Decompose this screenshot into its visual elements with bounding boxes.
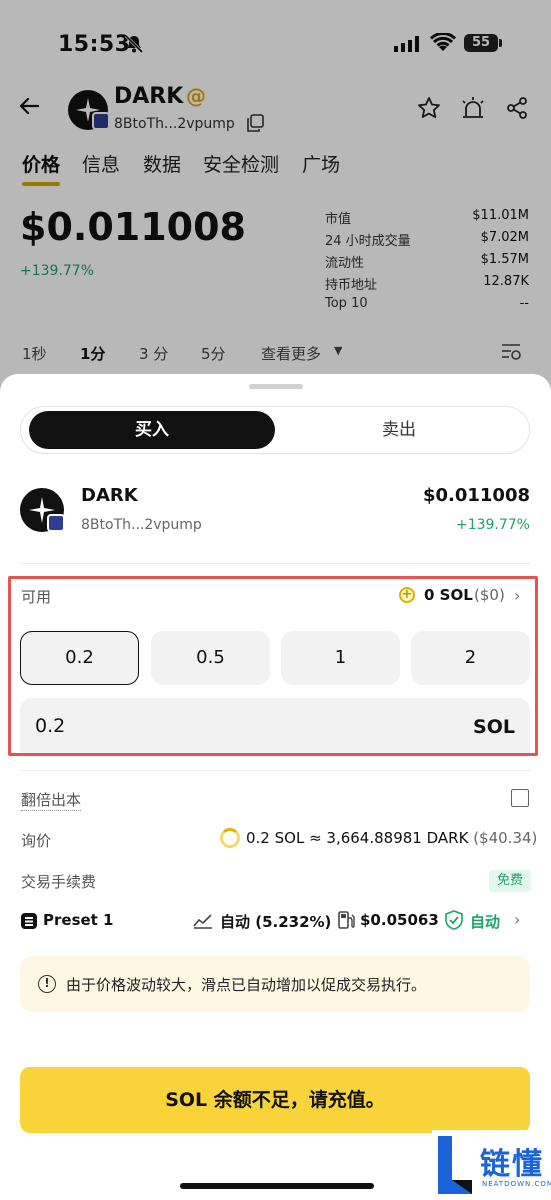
highlight-box — [8, 576, 538, 756]
slippage-value[interactable]: 自动 (5.232%) — [220, 911, 331, 932]
quote-usd: ($40.34) — [473, 829, 538, 847]
quote-amount: 0.2 SOL ≈ 3,664.88981 DARK — [246, 829, 469, 847]
shield-check-icon — [444, 910, 464, 934]
double-principal-checkbox[interactable] — [511, 789, 529, 807]
chevron-right-icon[interactable]: › — [514, 910, 520, 929]
buy-tab[interactable]: 买入 — [29, 411, 275, 449]
free-badge: 免费 — [489, 870, 531, 892]
loading-ring-icon — [220, 828, 240, 848]
sell-tab[interactable]: 卖出 — [276, 411, 522, 449]
watermark-sub: NEATDOWN.COM — [482, 1180, 551, 1188]
home-indicator[interactable] — [180, 1183, 374, 1189]
sheet-chain-badge-icon — [47, 514, 65, 532]
notice-text: 由于价格波动较大，滑点已自动增加以促成交易执行。 — [66, 976, 427, 994]
preset-icon — [21, 913, 37, 929]
sheet-token-address: 8BtoTh...2vpump — [81, 517, 202, 533]
sheet-drag-handle[interactable] — [249, 384, 303, 389]
warning-icon: ! — [38, 975, 56, 993]
sheet-token-name: DARK — [81, 485, 138, 506]
gas-pump-icon — [337, 910, 355, 934]
mev-protection-value[interactable]: 自动 — [470, 911, 500, 932]
watermark-logo-icon — [436, 1134, 474, 1196]
slippage-icon — [193, 913, 213, 933]
fee-label: 交易手续费 — [21, 873, 97, 891]
modal-overlay[interactable] — [0, 0, 551, 395]
quote-label: 询价 — [21, 832, 52, 850]
divider — [20, 563, 531, 564]
sheet-token-change: +139.77% — [455, 517, 530, 533]
deposit-cta-button[interactable]: SOL 余额不足，请充值。 — [20, 1067, 530, 1133]
sheet-token-price: $0.011008 — [422, 485, 530, 506]
preset-selector[interactable]: Preset 1 — [43, 911, 114, 929]
watermark-brand: 链懂 — [480, 1147, 544, 1182]
gas-fee-value[interactable]: $0.05063 — [360, 911, 439, 929]
divider — [20, 770, 531, 771]
quote-value: 0.2 SOL ≈ 3,664.88981 DARK ($40.34) — [246, 829, 537, 847]
double-principal-label: 翻倍出本 — [21, 791, 82, 811]
